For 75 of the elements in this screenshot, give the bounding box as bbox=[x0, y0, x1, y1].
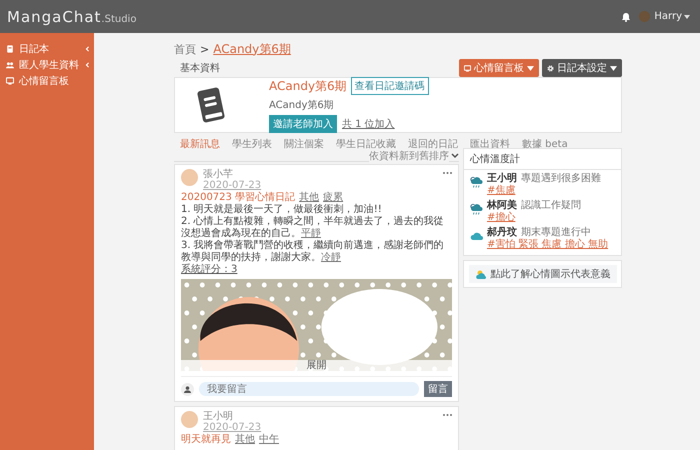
monitor-icon bbox=[6, 77, 14, 85]
image-frame[interactable]: 展開 bbox=[181, 279, 452, 371]
post-date[interactable]: 2020-07-23 bbox=[203, 180, 262, 191]
student-name[interactable]: 林阿美 bbox=[487, 200, 517, 212]
sidebar-label: 心情留言板 bbox=[19, 74, 69, 88]
sort-label[interactable]: 依資料新到舊排序 bbox=[369, 149, 449, 163]
comment-button[interactable]: 留言 bbox=[424, 381, 452, 397]
tab[interactable]: 學生日記收藏 bbox=[330, 137, 402, 151]
sidebar-item[interactable]: 匿人學生資料 bbox=[0, 57, 94, 73]
author-avatar bbox=[181, 411, 198, 428]
tag-link[interactable]: 疲累 bbox=[323, 192, 344, 204]
breadcrumb-link[interactable]: ACandy第6期 bbox=[213, 40, 291, 58]
diary-line: 3. 我將會帶著戰鬥營的收穫，繼續向前邁進，感謝老師們的教導與同學的扶持，謝謝大家。冷靜 bbox=[181, 240, 445, 264]
expand-caption[interactable]: 展開 bbox=[181, 360, 452, 371]
student-name[interactable]: 郝丹玟 bbox=[487, 227, 517, 239]
mood-note: 認識工作疑問 bbox=[521, 200, 581, 212]
rain-cloud-icon bbox=[470, 176, 483, 189]
breadcrumb-separator: > bbox=[200, 42, 210, 56]
diary-title: ACandy第6期 bbox=[269, 78, 347, 94]
tab[interactable]: 最新訊息 bbox=[174, 137, 226, 151]
invite-teacher-button[interactable]: 邀請老師加入 bbox=[269, 115, 337, 133]
tab[interactable]: 學生列表 bbox=[226, 137, 278, 151]
student-name[interactable]: 王小明 bbox=[487, 173, 517, 185]
invite-code-button[interactable]: 查看日記邀請碼 bbox=[350, 77, 429, 95]
caret-icon bbox=[610, 64, 617, 72]
sun-cloud-icon bbox=[474, 268, 488, 280]
tab[interactable]: 數據 beta bbox=[516, 137, 574, 151]
dropdown-button[interactable]: 心情留言板 bbox=[459, 59, 539, 77]
tab[interactable]: 關注個案 bbox=[278, 137, 330, 151]
mood-tag-link[interactable]: 冷靜 bbox=[321, 252, 341, 263]
settings-icon bbox=[547, 64, 554, 72]
diary-entry-title: 明天就再見 bbox=[181, 434, 231, 446]
caret-icon bbox=[684, 14, 690, 18]
chevron-down-icon[interactable] bbox=[451, 153, 459, 159]
mood-tags-link[interactable]: #害怕 緊張 焦慮 擔心 無助 bbox=[487, 239, 608, 251]
dropdown-button[interactable]: 日記本設定 bbox=[542, 59, 622, 77]
cloud-icon bbox=[470, 230, 483, 243]
author-avatar bbox=[181, 169, 198, 186]
user-name[interactable]: Harry bbox=[654, 11, 682, 22]
post-date[interactable]: 2020-07-23 bbox=[203, 422, 262, 433]
rain-cloud-icon bbox=[470, 203, 483, 216]
author-name: 張小芊 bbox=[203, 169, 234, 180]
sidebar-item[interactable]: 日記本 bbox=[0, 41, 94, 57]
user-avatar bbox=[181, 382, 194, 396]
diary-line: 1. 明天就是最後一天了，做最後衝刺，加油!! bbox=[181, 204, 383, 216]
comment-field[interactable]: 我要留言 bbox=[199, 382, 419, 396]
brand-logo: MangaChat.Studio bbox=[7, 8, 136, 26]
panel-title: 心情溫度計 bbox=[464, 149, 621, 170]
mood-note: 期末專題進行中 bbox=[521, 227, 591, 238]
tag-link[interactable]: 其他 bbox=[235, 434, 255, 446]
book-icon bbox=[197, 87, 225, 123]
sidebar-label: 匿人學生資料 bbox=[19, 58, 79, 72]
diary-line: 2. 心情上有點複雜，轉瞬之間，半年就過去了，過去的我從沒想過會成為現在的自己。平靜 bbox=[181, 216, 445, 240]
mood-legend-button[interactable]: 點此了解心情圖示代表意義 bbox=[468, 265, 616, 283]
monitor-icon bbox=[464, 64, 471, 72]
author-name: 王小明 bbox=[203, 411, 234, 422]
tab[interactable]: 退回的日記 bbox=[402, 137, 464, 151]
sidebar-label: 日記本 bbox=[19, 42, 49, 56]
diary-entry-title: 20200723 學習心情日記 bbox=[181, 192, 296, 204]
mood-tags-link[interactable]: #焦慮 bbox=[487, 185, 601, 197]
joined-count-link[interactable]: 共 1 位加入 bbox=[342, 117, 395, 131]
section-title: 基本資料 bbox=[179, 62, 220, 75]
caret-icon bbox=[527, 64, 534, 72]
book-icon bbox=[6, 45, 14, 53]
users-icon bbox=[6, 61, 14, 69]
mood-tags-link[interactable]: #擔心 bbox=[487, 212, 581, 224]
breadcrumb-link[interactable]: 首頁 bbox=[174, 42, 196, 56]
diary-subtitle: ACandy第6期 bbox=[269, 98, 335, 112]
system-rating: 系統評分：3 bbox=[181, 264, 238, 276]
tag-link[interactable]: 其他 bbox=[299, 192, 320, 204]
mood-note: 專題遇到很多困難 bbox=[521, 173, 601, 185]
tag-link[interactable]: 中午 bbox=[259, 434, 279, 446]
mood-tag-link[interactable]: 平靜 bbox=[301, 228, 321, 239]
bell-icon[interactable] bbox=[621, 12, 632, 22]
sidebar-item[interactable]: 心情留言板 bbox=[0, 73, 94, 89]
